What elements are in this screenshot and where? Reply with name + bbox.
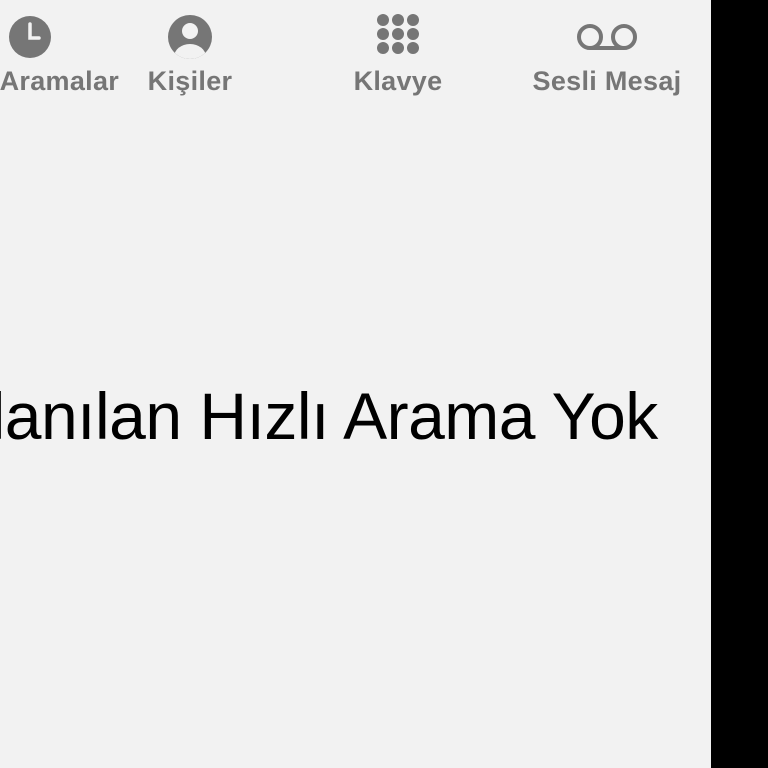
voicemail-icon xyxy=(577,24,637,50)
tab-keypad-label: Klavye xyxy=(353,66,443,96)
person-circle-icon xyxy=(168,15,212,59)
keypad-icon xyxy=(377,14,419,54)
tab-voicemail-label: Sesli Mesaj xyxy=(532,66,682,96)
tab-keypad[interactable]: Klavye xyxy=(308,0,488,110)
screen-edge xyxy=(711,0,768,768)
tab-contacts-label: Kişiler xyxy=(147,66,233,96)
tab-contacts[interactable]: Kişiler xyxy=(100,0,280,110)
clock-icon xyxy=(9,16,51,58)
phone-screen: Son Aramalar Kişiler Klavye xyxy=(0,0,711,768)
tab-voicemail[interactable]: Sesli Mesaj xyxy=(517,0,697,110)
empty-favorites-message: Sık Kullanılan Hızlı Arama Yok xyxy=(0,379,658,453)
